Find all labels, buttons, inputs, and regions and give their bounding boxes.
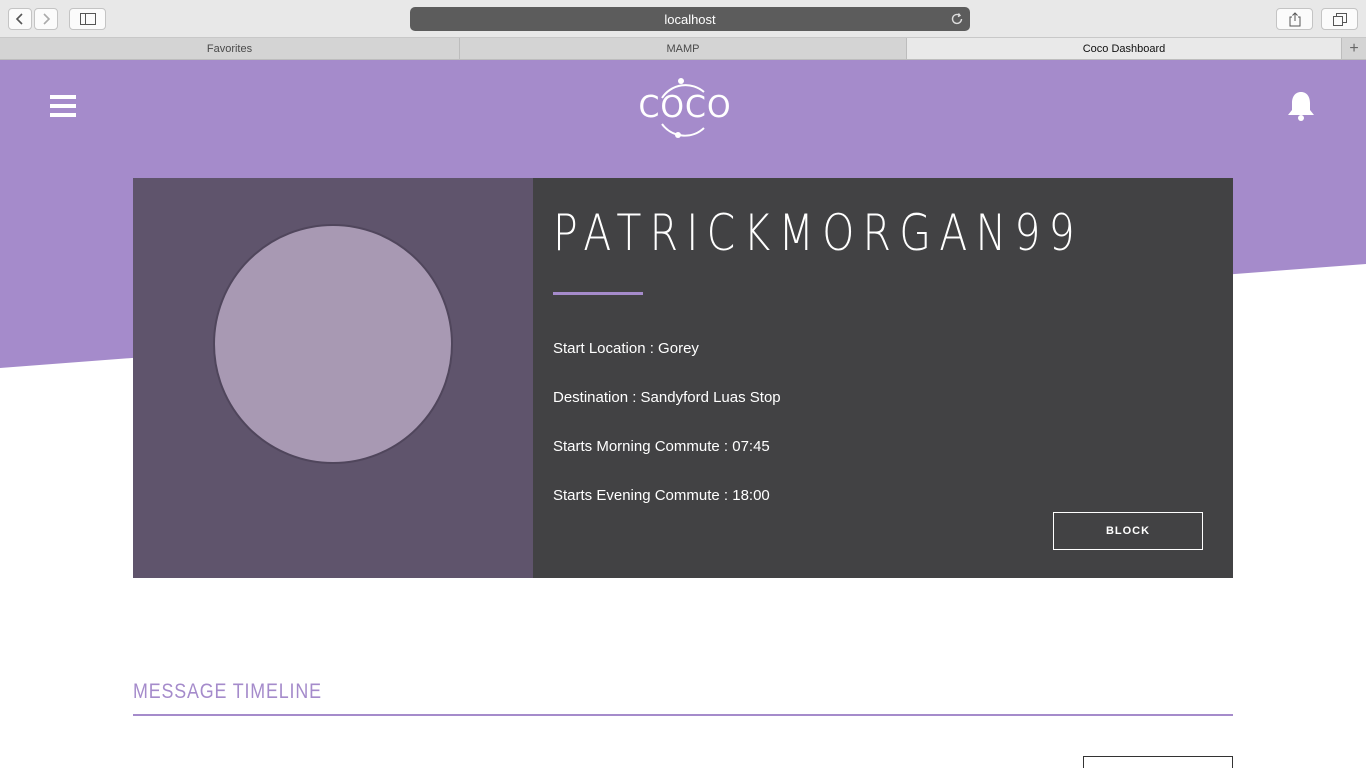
avatar-panel [133,178,533,578]
destination: Destination : Sandyford Luas Stop [553,389,781,406]
profile-info: PATRICKMORGAN99 Start Location : Gorey D… [533,178,1233,578]
new-tab-button[interactable]: + [1342,38,1366,59]
sidebar-button[interactable] [69,8,106,30]
tab-mamp[interactable]: MAMP [460,38,907,59]
block-button[interactable]: BLOCK [1053,512,1203,550]
evening-commute: Starts Evening Commute : 18:00 [553,487,770,504]
title-underline [553,292,643,295]
tabs-icon [1332,12,1347,26]
page: COCO PATRICKMORGAN99 Start Location : Go… [0,60,1366,768]
username: PATRICKMORGAN99 [553,204,1083,262]
reload-icon[interactable] [950,12,964,26]
share-button[interactable] [1276,8,1313,30]
tab-bar: Favorites MAMP Coco Dashboard + [0,38,1366,60]
coco-logo[interactable]: COCO [638,78,731,138]
message-timeline-title: MESSAGE TIMELINE [133,680,322,703]
url-text: localhost [664,11,716,27]
morning-commute: Starts Morning Commute : 07:45 [553,438,770,455]
share-icon [1289,11,1300,26]
forward-icon [43,13,51,25]
tab-favorites[interactable]: Favorites [0,38,460,59]
address-bar[interactable]: localhost [410,7,970,31]
sidebar-icon [79,13,96,25]
timeline-divider [133,714,1233,716]
timeline-action-button[interactable] [1083,756,1233,768]
logo-text: COCO [640,90,730,125]
tabs-overview-button[interactable] [1321,8,1358,30]
avatar [213,224,453,464]
back-button[interactable] [8,8,32,30]
browser-toolbar: localhost [0,0,1366,38]
tab-coco-dashboard[interactable]: Coco Dashboard [907,38,1342,59]
bell-icon[interactable] [1286,90,1316,122]
start-location: Start Location : Gorey [553,340,699,357]
back-icon [15,13,23,25]
menu-icon[interactable] [50,95,76,117]
forward-button[interactable] [34,8,58,30]
profile-card: PATRICKMORGAN99 Start Location : Gorey D… [133,178,1233,578]
